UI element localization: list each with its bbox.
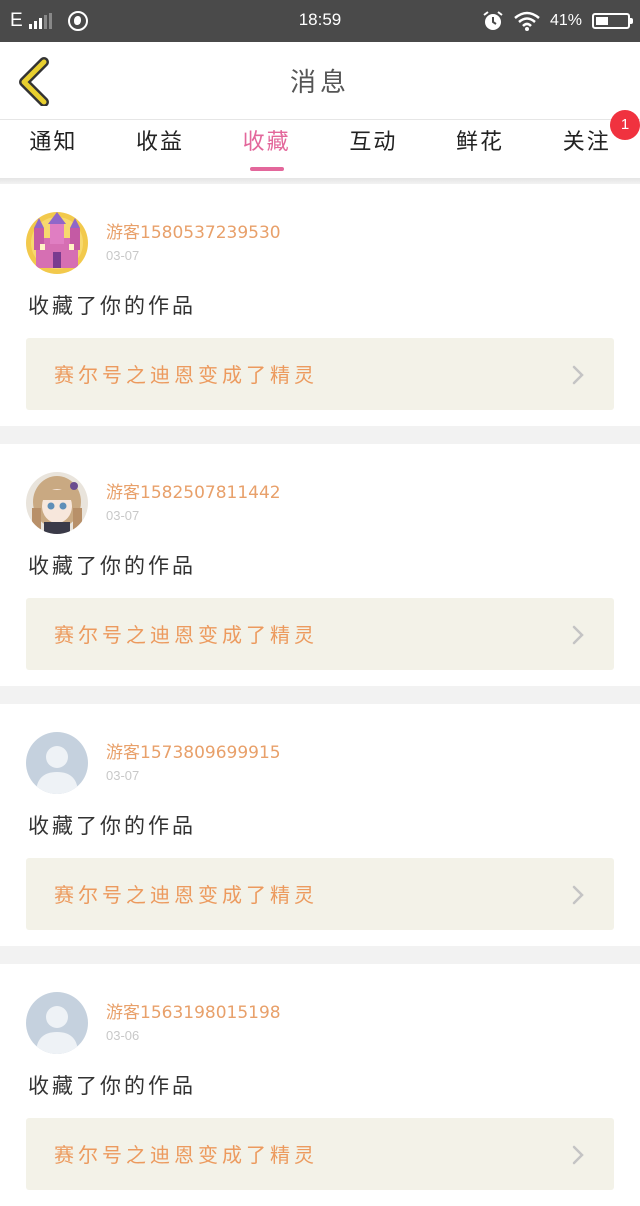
message-date: 03-07 [106,248,140,263]
action-text: 收藏了你的作品 [28,294,196,318]
tab-label: 互动 [349,130,398,155]
tab-favorites[interactable]: 收藏 [213,120,320,178]
tab-interactions[interactable]: 互动 [320,120,427,178]
tab-label: 收益 [136,130,185,155]
username[interactable]: 游客1580537239530 [106,218,281,243]
message-card: 游客1582507811442 03-07 收藏了你的作品 赛尔号之迪恩变成了精… [0,444,640,686]
message-date: 03-07 [106,508,140,523]
tab-earnings[interactable]: 收益 [107,120,214,178]
message-card: 游客1563198015198 03-06 收藏了你的作品 赛尔号之迪恩变成了精… [0,964,640,1206]
tab-label: 通知 [29,130,78,155]
work-link[interactable]: 赛尔号之迪恩变成了精灵 [26,1118,614,1190]
action-text: 收藏了你的作品 [28,814,196,838]
message-date: 03-06 [106,1028,140,1043]
work-title: 赛尔号之迪恩变成了精灵 [54,623,318,647]
avatar[interactable] [26,212,88,274]
default-user-avatar-icon [26,732,88,794]
status-bar: E 18:59 41% [0,0,640,42]
chevron-right-icon [572,625,584,645]
battery-percent: 41% [549,12,582,29]
wifi-icon [514,11,540,31]
avatar[interactable] [26,472,88,534]
avatar[interactable] [26,992,88,1054]
avatar[interactable] [26,732,88,794]
tab-flowers[interactable]: 鲜花 [427,120,534,178]
status-right: 41% [482,9,633,33]
work-title: 赛尔号之迪恩变成了精灵 [54,883,318,907]
message-tabs: 通知 收益 收藏 互动 鲜花 关注 1 [0,110,640,178]
chevron-right-icon [572,365,584,385]
work-title: 赛尔号之迪恩变成了精灵 [54,1143,318,1167]
work-link[interactable]: 赛尔号之迪恩变成了精灵 [26,858,614,930]
message-card: 游客1580537239530 03-07 收藏了你的作品 赛尔号之迪恩变成了精… [0,184,640,426]
battery-level [596,17,608,25]
username[interactable]: 游客1563198015198 [106,998,281,1023]
chevron-right-icon [572,885,584,905]
work-link[interactable]: 赛尔号之迪恩变成了精灵 [26,598,614,670]
username[interactable]: 游客1582507811442 [106,478,281,503]
tab-label: 收藏 [242,130,291,155]
username[interactable]: 游客1573809699915 [106,738,281,763]
work-title: 赛尔号之迪恩变成了精灵 [54,363,318,387]
chevron-right-icon [572,1145,584,1165]
message-date: 03-07 [106,768,140,783]
anime-girl-avatar-icon [26,472,88,534]
header: 消息 [0,42,640,120]
work-link[interactable]: 赛尔号之迪恩变成了精灵 [26,338,614,410]
action-text: 收藏了你的作品 [28,554,196,578]
tab-following[interactable]: 关注 1 [533,110,640,178]
message-card: 游客1573809699915 03-07 收藏了你的作品 赛尔号之迪恩变成了精… [0,704,640,946]
action-text: 收藏了你的作品 [28,1074,196,1098]
alarm-icon [483,11,503,30]
battery-icon [592,13,633,29]
default-user-avatar-icon [26,992,88,1054]
tab-notifications[interactable]: 通知 [0,120,107,178]
castle-avatar-icon [26,212,88,274]
tab-label: 关注 [562,130,611,155]
page-title: 消息 [289,68,350,98]
unread-badge: 1 [610,110,640,140]
active-tab-indicator [249,167,284,171]
tab-label: 鲜花 [456,130,505,155]
